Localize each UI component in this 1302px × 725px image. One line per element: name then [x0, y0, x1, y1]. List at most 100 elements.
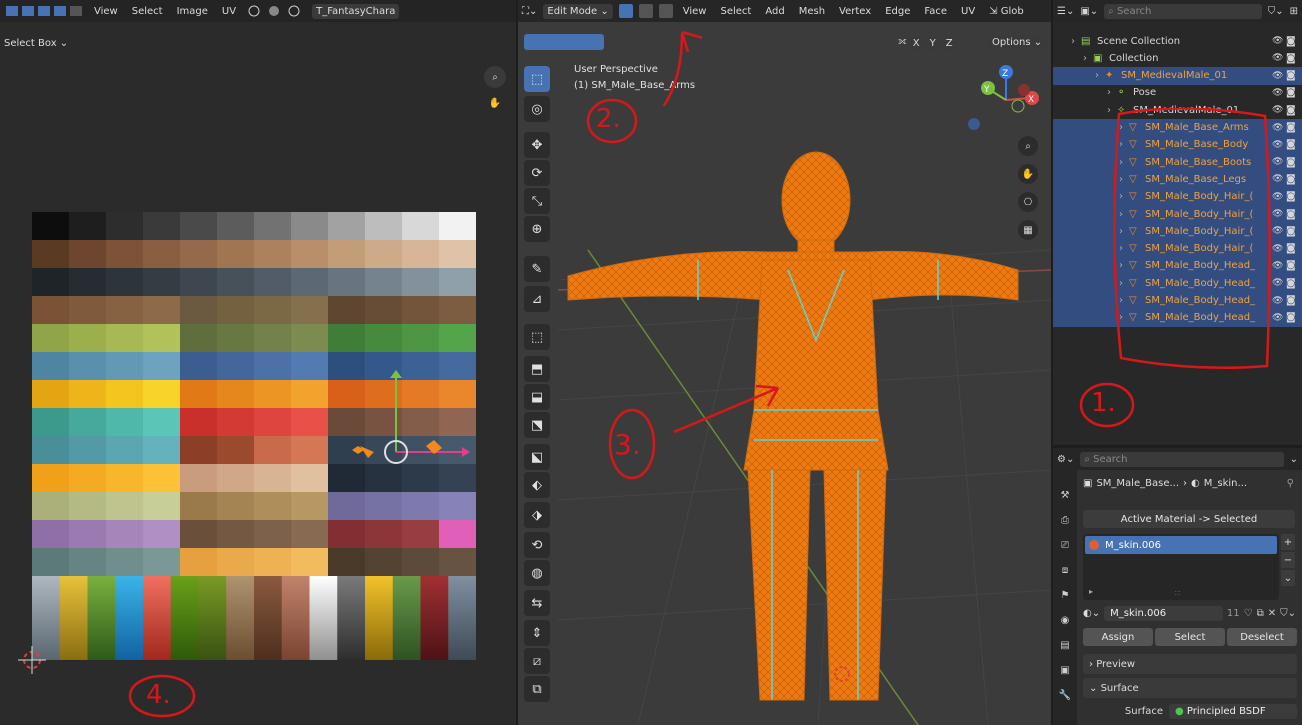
- pan-hand-icon[interactable]: ✋: [1018, 164, 1038, 184]
- 2d-cursor-icon[interactable]: [18, 646, 46, 674]
- ortho-grid-icon[interactable]: ▦: [1018, 220, 1038, 240]
- navigation-gizmo[interactable]: Z Y X: [966, 60, 1046, 140]
- properties-options-icon[interactable]: ⌄: [1290, 454, 1298, 465]
- zoom-icon[interactable]: ⌕: [484, 66, 506, 88]
- uv-menu-uv[interactable]: UV: [218, 4, 240, 19]
- render-camera-icon[interactable]: ◙: [1286, 105, 1302, 116]
- mesh-object-icon: ▣: [1083, 478, 1093, 489]
- render-camera-icon[interactable]: ◙: [1286, 295, 1302, 306]
- render-camera-icon[interactable]: ◙: [1286, 226, 1302, 237]
- material-user-count[interactable]: 11: [1227, 608, 1240, 619]
- annotation-3: 3.: [606, 404, 658, 484]
- collection-tab-icon[interactable]: ▤: [1056, 636, 1074, 654]
- outliner-search[interactable]: ⌕ Search: [1104, 3, 1262, 19]
- unlink-material-icon[interactable]: ✕: [1268, 608, 1276, 619]
- select-button[interactable]: Select: [1155, 628, 1225, 646]
- expand-chevron-icon[interactable]: ›: [1107, 87, 1117, 98]
- render-camera-icon[interactable]: ◙: [1286, 157, 1302, 168]
- render-camera-icon[interactable]: ◙: [1286, 36, 1302, 47]
- 3d-viewport-panel: ⛶⌄ Edit Mode ⌄ View Select Add Mesh Vert…: [518, 0, 1051, 725]
- new-collection-icon[interactable]: ⊞: [1290, 6, 1298, 17]
- render-camera-icon[interactable]: ◙: [1286, 53, 1302, 64]
- gradient-swatch: [143, 576, 172, 660]
- slot-list-expand-icon[interactable]: ▸: [1089, 587, 1093, 596]
- remove-slot-button[interactable]: −: [1281, 552, 1295, 568]
- render-camera-icon[interactable]: ◙: [1286, 174, 1302, 185]
- visibility-eye-icon[interactable]: 👁: [1272, 53, 1286, 63]
- properties-editor-icon[interactable]: ⚙⌄: [1057, 454, 1074, 465]
- uv-menu-view[interactable]: View: [90, 4, 122, 19]
- render-camera-icon[interactable]: ◙: [1286, 87, 1302, 98]
- pin-icon[interactable]: ⚲: [1287, 478, 1294, 489]
- select-mode-icons[interactable]: [4, 4, 84, 18]
- uv-pivot-icon[interactable]: [246, 4, 306, 18]
- world-tab-icon[interactable]: ◉: [1056, 611, 1074, 629]
- uv-menu-select[interactable]: Select: [128, 4, 167, 19]
- render-camera-icon[interactable]: ◙: [1286, 70, 1302, 81]
- shader-selector[interactable]: ● Principled BSDF: [1169, 704, 1297, 719]
- properties-search[interactable]: ⌕ Search: [1080, 451, 1284, 467]
- expand-chevron-icon[interactable]: ›: [1083, 53, 1093, 64]
- palette-swatch: [143, 380, 181, 409]
- render-camera-icon[interactable]: ◙: [1286, 278, 1302, 289]
- expand-chevron-icon[interactable]: ›: [1071, 36, 1081, 47]
- palette-swatch: [106, 520, 144, 549]
- slot-specials-button[interactable]: ⌄: [1281, 570, 1295, 586]
- render-tab-icon[interactable]: ⎙: [1056, 511, 1074, 529]
- slot-list-resize-handle[interactable]: ∷: [1175, 589, 1180, 598]
- render-camera-icon[interactable]: ◙: [1286, 139, 1302, 150]
- material-link-label: Active Material -> Selected: [1120, 513, 1258, 525]
- tool-tab-icon[interactable]: ⚒: [1056, 486, 1074, 504]
- render-camera-icon[interactable]: ◙: [1286, 260, 1302, 271]
- expand-chevron-icon[interactable]: ›: [1095, 70, 1105, 81]
- assign-button[interactable]: Assign: [1083, 628, 1153, 646]
- fake-user-icon[interactable]: ♡: [1244, 608, 1253, 619]
- palette-swatch: [439, 548, 476, 577]
- outliner-editor-icon[interactable]: ☰⌄: [1057, 6, 1074, 17]
- camera-view-icon[interactable]: ⎔: [1018, 192, 1038, 212]
- palette-swatch: [106, 296, 144, 325]
- render-camera-icon[interactable]: ◙: [1286, 312, 1302, 323]
- output-tab-icon[interactable]: ⎚: [1056, 536, 1074, 554]
- hand-pan-icon[interactable]: ✋: [484, 92, 506, 114]
- palette-swatch: [143, 492, 181, 521]
- palette-swatch: [217, 268, 255, 297]
- outliner-panel: ☰⌄ ▣⌄ ⌕ Search ⛉⌄ ⊞ › ▤ Scene Collection 👁 ◙…: [1053, 0, 1302, 445]
- select-box-dropdown[interactable]: Select Box ⌄: [4, 38, 68, 49]
- display-mode-icon[interactable]: ▣⌄: [1080, 6, 1098, 17]
- image-name-field[interactable]: T_FantasyChara: [312, 3, 400, 19]
- material-link-button[interactable]: Active Material -> Selected: [1083, 510, 1295, 528]
- gradient-swatch: [337, 576, 366, 660]
- visibility-eye-icon[interactable]: 👁: [1272, 36, 1286, 46]
- render-camera-icon[interactable]: ◙: [1286, 243, 1302, 254]
- material-name-field[interactable]: M_skin.006: [1104, 606, 1223, 621]
- link-mode-icon[interactable]: ⛉⌄: [1280, 608, 1296, 619]
- modifier-tab-icon[interactable]: 🔧: [1056, 686, 1074, 704]
- outliner-row[interactable]: › ⚬ Pose 👁 ◙: [1053, 84, 1302, 102]
- visibility-eye-icon[interactable]: 👁: [1272, 71, 1286, 81]
- view-layer-tab-icon[interactable]: ⧈: [1056, 561, 1074, 579]
- render-camera-icon[interactable]: ◙: [1286, 209, 1302, 220]
- material-browse-icon[interactable]: ◐⌄: [1083, 608, 1100, 619]
- palette-swatch: [365, 324, 403, 353]
- preview-section[interactable]: › Preview: [1083, 654, 1297, 674]
- uv-menu-image[interactable]: Image: [173, 4, 212, 19]
- outliner-row[interactable]: › ▣ Collection 👁 ◙: [1053, 49, 1302, 67]
- scene-tab-icon[interactable]: ⚑: [1056, 586, 1074, 604]
- deselect-button[interactable]: Deselect: [1227, 628, 1297, 646]
- material-slot-item[interactable]: M_skin.006: [1085, 536, 1277, 554]
- outliner-row[interactable]: › ✦ SM_MedievalMale_01 👁 ◙: [1053, 66, 1302, 85]
- uv-island-mesh[interactable]: [340, 370, 480, 490]
- render-camera-icon[interactable]: ◙: [1286, 122, 1302, 133]
- surface-field-label: Surface: [1124, 706, 1163, 717]
- zoom-icon-3d[interactable]: ⌕: [1018, 136, 1038, 156]
- palette-swatch: [328, 548, 366, 577]
- surface-section[interactable]: ⌄ Surface: [1083, 678, 1297, 698]
- outliner-row[interactable]: › ▤ Scene Collection 👁 ◙: [1053, 32, 1302, 50]
- duplicate-material-icon[interactable]: ⧉: [1257, 608, 1264, 619]
- visibility-eye-icon[interactable]: 👁: [1272, 88, 1286, 98]
- filter-icon[interactable]: ⛉⌄: [1268, 6, 1284, 17]
- render-camera-icon[interactable]: ◙: [1286, 191, 1302, 202]
- object-tab-icon[interactable]: ▣: [1056, 661, 1074, 679]
- add-slot-button[interactable]: +: [1281, 534, 1295, 550]
